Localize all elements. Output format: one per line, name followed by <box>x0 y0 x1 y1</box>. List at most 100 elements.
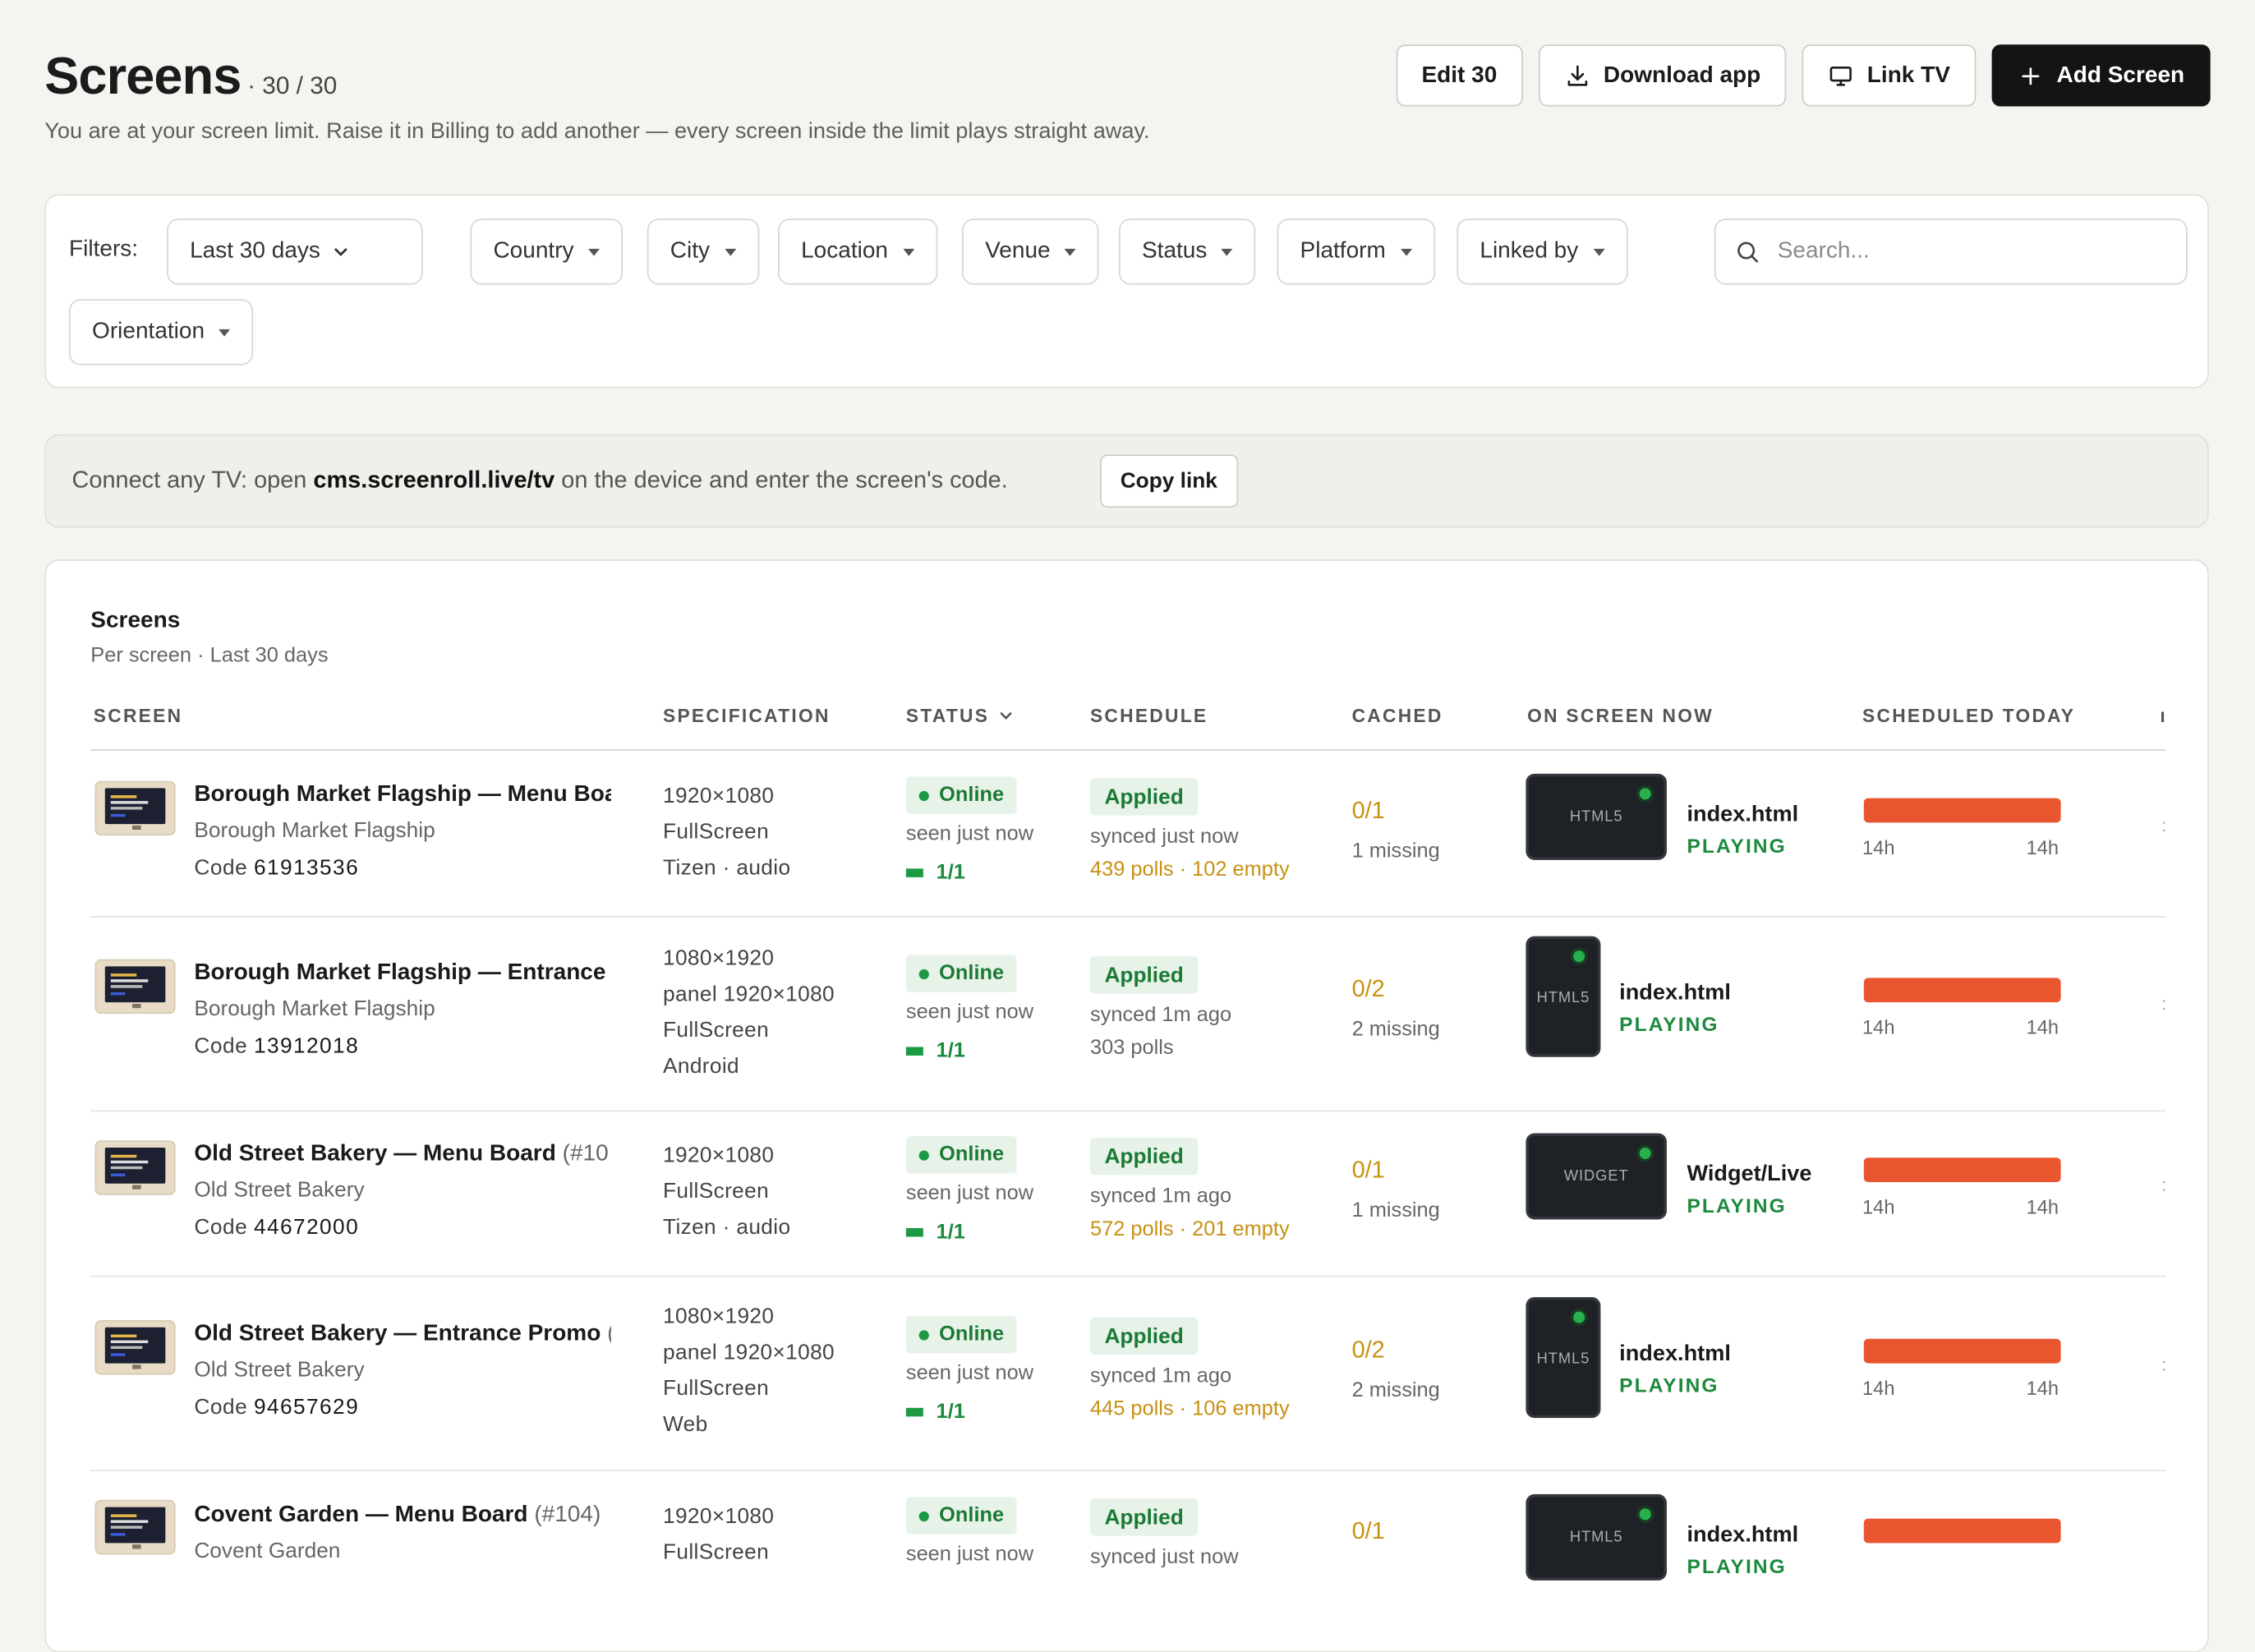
cached-missing: 1 missing <box>1351 840 1440 863</box>
filters-panel: Filters: Last 30 days Country City Locat… <box>44 194 2209 389</box>
scheduled-start: 14h <box>1862 1016 1895 1038</box>
orientation-filter[interactable]: Orientation <box>69 299 254 366</box>
scheduled-hours-bar <box>1863 978 2061 1003</box>
cached-count: 0/1 <box>1351 1157 1385 1184</box>
player-ratio: 1/1 <box>905 1221 965 1244</box>
screen-code: Code 44672000 <box>194 1215 360 1240</box>
linked-by-filter[interactable]: Linked by <box>1457 219 1627 285</box>
device-preview-landscape[interactable]: HTML5 <box>1526 1493 1667 1581</box>
poll-stats: 439 polls · 102 empty <box>1089 858 1290 882</box>
status-filter[interactable]: Status <box>1118 219 1256 285</box>
column-header-status[interactable]: STATUS <box>906 705 1014 726</box>
column-header-schedule[interactable]: SCHEDULE <box>1090 705 1208 726</box>
table-row[interactable]: Old Street Bakery — Menu Board (#10 Old … <box>90 1111 2166 1277</box>
playback-state: PLAYING <box>1619 1373 1719 1397</box>
connect-url: cms.screenroll.live/tv <box>313 467 555 494</box>
playback-state: PLAYING <box>1687 1554 1787 1578</box>
status-filter-label: Status <box>1141 238 1208 264</box>
link-tv-label: Link TV <box>1866 62 1950 87</box>
current-file: index.html <box>1619 980 1731 1005</box>
screen-name[interactable]: Borough Market Flagship — Menu Boa <box>194 782 611 808</box>
city-filter[interactable]: City <box>647 219 759 285</box>
screen-count: · 30 / 30 <box>247 71 338 99</box>
scheduled-hours-bar <box>1863 1518 2061 1544</box>
caret-down-icon <box>902 247 914 255</box>
sort-chevron-icon <box>1000 712 1012 720</box>
table-row[interactable]: Borough Market Flagship — Menu Boa Borou… <box>90 751 2166 918</box>
column-header-on-screen-now[interactable]: ON SCREEN NOW <box>1527 705 1714 726</box>
column-header-cached[interactable]: CACHED <box>1352 705 1443 726</box>
edit-button[interactable]: Edit 30 <box>1395 44 1523 107</box>
venue-filter-label: Venue <box>985 238 1051 264</box>
add-screen-button[interactable]: Add Screen <box>1991 44 2211 107</box>
screen-name[interactable]: Old Street Bakery — Entrance Promo ( <box>194 1322 611 1348</box>
search-input[interactable] <box>1774 237 2155 266</box>
player-ratio: 1/1 <box>905 862 965 885</box>
header-actions: Edit 30 Download app Link TV Add Screen <box>1395 44 2211 107</box>
linked-by-filter-label: Linked by <box>1480 238 1579 264</box>
screen-name[interactable]: Borough Market Flagship — Entrance <box>194 960 611 987</box>
download-app-button[interactable]: Download app <box>1539 44 1787 107</box>
column-header-specification[interactable]: SPECIFICATION <box>663 705 831 726</box>
cached-missing: 2 missing <box>1351 1378 1440 1402</box>
player-ratio: 1/1 <box>905 1401 965 1424</box>
search-box[interactable] <box>1714 219 2188 285</box>
screen-code: Code 13912018 <box>194 1033 360 1059</box>
column-header-scheduled-today-label: SCHEDULED TODAY <box>1862 704 2076 727</box>
venue-filter[interactable]: Venue <box>962 219 1100 285</box>
schedule-badge: Applied <box>1089 956 1199 994</box>
overflow-value: : <box>2161 1355 2167 1375</box>
device-preview-portrait[interactable]: HTML5 <box>1526 936 1601 1057</box>
date-range-select[interactable]: Last 30 days <box>167 219 423 285</box>
country-filter[interactable]: Country <box>470 219 624 285</box>
location-filter[interactable]: Location <box>778 219 937 285</box>
last-seen: seen just now <box>905 1361 1034 1385</box>
column-header-screen[interactable]: SCREEN <box>94 705 183 726</box>
poll-stats: 572 polls · 201 empty <box>1089 1217 1290 1241</box>
schedule-badge: Applied <box>1089 1137 1199 1176</box>
screen-thumbnail <box>94 959 176 1015</box>
cached-count: 0/1 <box>1351 1518 1385 1545</box>
platform-filter[interactable]: Platform <box>1277 219 1435 285</box>
screen-thumbnail <box>94 1499 176 1555</box>
table-row[interactable]: Borough Market Flagship — Entrance Borou… <box>90 918 2167 1112</box>
schedule-badge: Applied <box>1089 778 1199 816</box>
column-header-scheduled-today[interactable]: SCHEDULED TODAY <box>1862 705 2075 726</box>
scheduled-start: 14h <box>1862 1378 1895 1400</box>
caret-down-icon <box>724 247 736 255</box>
screen-spec: 1920×1080 FullScreen Tizen · audio <box>663 784 791 881</box>
screen-thumbnail <box>94 1140 176 1195</box>
scheduled-end: 14h <box>2026 1016 2059 1038</box>
copy-link-button[interactable]: Copy link <box>1100 454 1238 508</box>
download-app-label: Download app <box>1603 62 1761 87</box>
playback-state: PLAYING <box>1687 834 1787 858</box>
screen-name[interactable]: Covent Garden — Menu Board (#104) <box>194 1502 611 1529</box>
screen-name[interactable]: Old Street Bakery — Menu Board (#10 <box>194 1142 611 1168</box>
page-header: Screens · 30 / 30 You are at your screen… <box>44 44 2211 159</box>
device-preview-portrait[interactable]: HTML5 <box>1526 1297 1601 1419</box>
device-preview-landscape[interactable]: WIDGET <box>1526 1133 1667 1220</box>
screen-thumbnail <box>94 1320 176 1375</box>
link-tv-button[interactable]: Link TV <box>1802 44 1977 107</box>
overflow-value: : <box>2161 993 2167 1015</box>
country-filter-label: Country <box>493 238 574 264</box>
current-file: index.html <box>1687 802 1799 827</box>
device-preview-landscape[interactable]: HTML5 <box>1526 773 1667 860</box>
orientation-filter-label: Orientation <box>92 319 205 344</box>
status-badge: Online <box>905 776 1017 814</box>
table-subtitle: Per screen · Last 30 days <box>90 644 329 668</box>
screen-location: Borough Market Flagship <box>194 996 435 1021</box>
synced-time: synced just now <box>1089 825 1239 849</box>
current-file: Widget/Live <box>1687 1162 1812 1187</box>
screen-location: Borough Market Flagship <box>194 818 435 843</box>
synced-time: synced 1m ago <box>1089 1364 1232 1388</box>
platform-filter-label: Platform <box>1300 238 1386 264</box>
date-range-value: Last 30 days <box>190 238 320 264</box>
connect-text: Connect any TV: open cms.screenroll.live… <box>72 467 1008 495</box>
poll-stats: 303 polls <box>1089 1037 1174 1061</box>
table-row[interactable]: Covent Garden — Menu Board (#104) Covent… <box>90 1471 2165 1651</box>
caret-down-icon <box>219 329 231 336</box>
table-row[interactable]: Old Street Bakery — Entrance Promo ( Old… <box>90 1277 2167 1471</box>
page-title: Screens <box>44 46 242 105</box>
screens-table-card: Screens Per screen · Last 30 days SCREEN… <box>44 559 2209 1652</box>
